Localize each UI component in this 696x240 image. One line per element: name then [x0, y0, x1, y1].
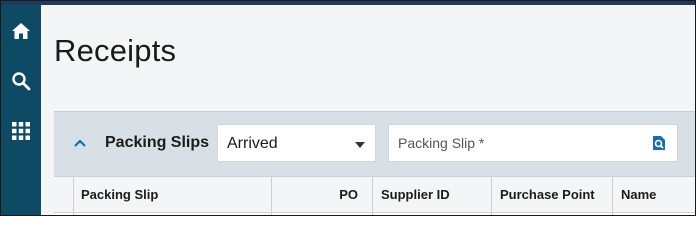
left-nav-rail — [1, 5, 41, 215]
status-filter-select[interactable]: Arrived — [217, 124, 376, 162]
col-header-po[interactable]: PO — [272, 177, 373, 212]
caret-down-icon — [355, 142, 365, 148]
chevron-up-icon — [74, 139, 86, 147]
packing-slips-table: Packing Slip PO Supplier ID Purchase Poi… — [54, 176, 695, 215]
col-header-purchase-point[interactable]: Purchase Point — [492, 177, 613, 212]
packing-slip-search-input[interactable] — [389, 125, 648, 161]
page-title: Receipts — [54, 33, 177, 68]
col-header-packing-slip[interactable]: Packing Slip — [74, 177, 272, 212]
table-header-row: Packing Slip PO Supplier ID Purchase Poi… — [54, 176, 695, 213]
nav-search-button[interactable] — [6, 66, 36, 96]
nav-home-button[interactable] — [6, 16, 36, 46]
col-header-name[interactable]: Name — [613, 177, 695, 212]
packing-slip-search-field — [388, 124, 678, 162]
search-icon — [12, 72, 31, 91]
app-window: Receipts Packing Slips Arrived Packing S… — [0, 0, 696, 216]
table-row[interactable] — [54, 213, 695, 215]
apps-grid-icon — [12, 122, 30, 140]
nav-apps-button[interactable] — [6, 116, 36, 146]
search-lookup-icon[interactable] — [651, 135, 667, 151]
section-title: Packing Slips — [105, 134, 210, 151]
col-header-supplier-id[interactable]: Supplier ID — [373, 177, 492, 212]
collapse-section-button[interactable] — [70, 134, 90, 152]
packing-slips-section: Packing Slips Arrived Packing Slip PO — [54, 111, 695, 215]
status-filter-value: Arrived — [227, 135, 278, 152]
home-icon — [12, 23, 30, 39]
col-header-select[interactable] — [54, 177, 74, 212]
main-content: Receipts Packing Slips Arrived Packing S… — [42, 5, 695, 215]
